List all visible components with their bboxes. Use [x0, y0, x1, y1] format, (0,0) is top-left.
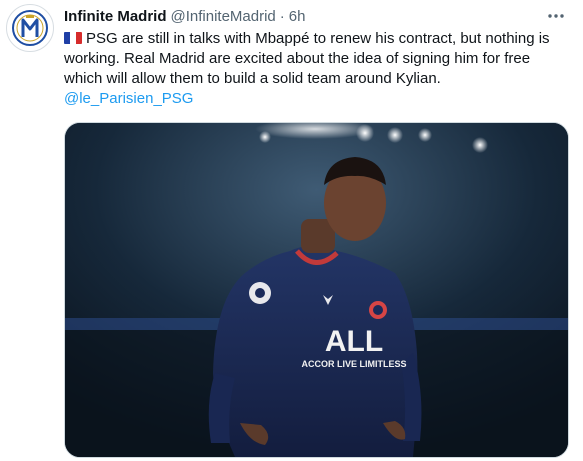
text-line: PSG are still in talks with Mbappé to re…: [86, 30, 550, 47]
timestamp[interactable]: 6h: [289, 8, 306, 25]
text-line: working. Real Madrid are excited about t…: [64, 50, 531, 67]
tweet-text: PSG are still in talks with Mbappé to re…: [64, 29, 564, 109]
author-name[interactable]: Infinite Madrid: [64, 8, 167, 25]
photo-image: ALL ACCOR LIVE LIMITLESS: [65, 123, 568, 457]
shirt-logo-text: ALL: [325, 325, 383, 358]
mention-suffix[interactable]: _PSG: [153, 90, 193, 107]
tweet-text-line-1: PSG are still in talks with Mbappé to re…: [64, 29, 564, 49]
author-handle[interactable]: @InfiniteMadrid: [171, 8, 276, 25]
separator-dot: ·: [279, 7, 285, 25]
france-flag-icon: [64, 32, 82, 44]
tweet: Infinite Madrid @InfiniteMadrid · 6h PSG…: [0, 0, 583, 461]
mention-link[interactable]: @le_Parisien: [64, 90, 153, 107]
real-madrid-crest-icon: [8, 6, 52, 50]
shirt-sponsor-text: ACCOR LIVE LIMITLESS: [301, 359, 406, 369]
tweet-header: Infinite Madrid @InfiniteMadrid · 6h: [64, 6, 305, 26]
mention-line: @le_Parisien_PSG: [64, 89, 564, 109]
ellipsis-icon: [548, 14, 564, 18]
tweet-photo[interactable]: ALL ACCOR LIVE LIMITLESS: [64, 122, 569, 458]
avatar[interactable]: [6, 4, 54, 52]
more-options-button[interactable]: [545, 6, 567, 26]
text-line: which will allow them to build a solid t…: [64, 70, 441, 87]
